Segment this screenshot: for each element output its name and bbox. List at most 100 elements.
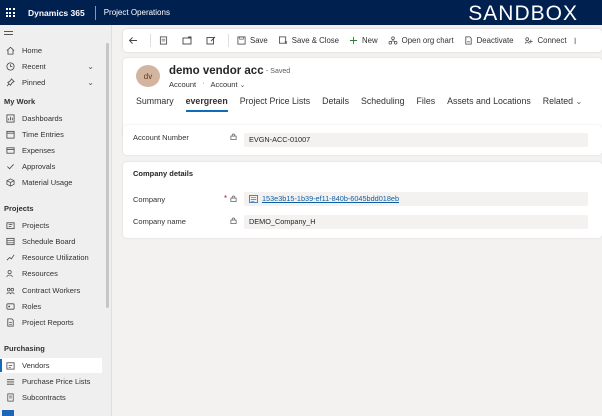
chevron-down-icon[interactable]: ⌄ [87, 78, 94, 87]
package-icon [5, 178, 15, 187]
approval-icon [5, 162, 15, 171]
company-link[interactable]: 153e3b15-1b39-ef11-840b-6045bdd018eb [262, 192, 399, 206]
calendar-icon [5, 130, 15, 139]
more-commands-button[interactable] [572, 29, 584, 52]
sidebar-item-label: Project Reports [22, 318, 74, 327]
sidebar-item-approvals[interactable]: Approvals [0, 159, 102, 174]
module-name[interactable]: Project Operations [96, 8, 170, 17]
entity-line: Account · Account ⌄ [169, 80, 246, 89]
sidebar-item-time-entries[interactable]: Time Entries [0, 127, 102, 142]
tab-project-price-lists[interactable]: Project Price Lists [240, 96, 310, 112]
main-content: Save Save & Close New Open org chart Dea… [113, 25, 602, 416]
deactivate-label: Deactivate [476, 36, 514, 45]
tab-evergreen[interactable]: evergreen [185, 96, 228, 112]
lock-icon [230, 217, 237, 226]
record-name: demo vendor acc [169, 65, 264, 77]
sidebar-item-home[interactable]: Home [0, 43, 102, 58]
sidebar-item-subcontracts[interactable]: Subcontracts [0, 390, 102, 405]
app-launcher-icon[interactable] [0, 0, 20, 25]
sidebar-item-label: Subcontracts [22, 393, 66, 402]
sidebar-item-label: Time Entries [22, 130, 64, 139]
deactivate-button[interactable]: Deactivate [459, 29, 519, 52]
lock-icon [230, 133, 237, 142]
sidebar-item-label: Dashboards [22, 114, 63, 123]
tab-files[interactable]: Files [417, 96, 436, 112]
command-bar: Save Save & Close New Open org chart Dea… [123, 29, 602, 52]
org-chart-label: Open org chart [401, 36, 454, 45]
tab-list: Summary evergreen Project Price Lists De… [136, 96, 582, 112]
app-title[interactable]: Dynamics 365 [20, 8, 95, 18]
account-number-field[interactable]: EVGN-ACC-01007 [244, 133, 588, 147]
more-icon [574, 37, 576, 45]
record-icon [249, 195, 258, 203]
clock-icon [5, 62, 15, 71]
tab-related[interactable]: Related ⌄ [543, 96, 582, 112]
org-chart-button[interactable]: Open org chart [383, 29, 459, 52]
sidebar-item-expenses[interactable]: Expenses [0, 143, 102, 158]
save-close-label: Save & Close [291, 36, 340, 45]
form-view-button[interactable] [154, 29, 177, 52]
area-switcher[interactable] [0, 407, 102, 416]
company-name-field[interactable]: DEMO_Company_H [244, 215, 588, 229]
section-projects: Projects [4, 204, 34, 213]
sidebar-item-contract-workers[interactable]: Contract Workers [0, 283, 102, 298]
lock-icon [230, 195, 237, 204]
sidebar-item-vendors[interactable]: Vendors [0, 358, 102, 373]
account-number-card: Account Number EVGN-ACC-01007 [123, 125, 602, 155]
sidebar-scrollbar[interactable] [106, 43, 109, 308]
new-button[interactable]: New [344, 29, 383, 52]
tab-assets-and-locations[interactable]: Assets and Locations [447, 96, 531, 112]
sidebar-item-label: Home [22, 46, 43, 55]
tab-summary[interactable]: Summary [136, 96, 174, 112]
utilization-icon [5, 253, 15, 262]
environment-label: SANDBOX [468, 2, 578, 25]
chevron-down-icon: ⌄ [239, 82, 246, 89]
sidebar-item-label: Vendors [22, 361, 50, 370]
connect-button[interactable]: Connect [519, 29, 572, 52]
vendor-icon [5, 361, 15, 370]
sidebar: Home Recent ⌄ Pinned ⌄ My Work Dashboard… [0, 25, 112, 416]
separator [150, 34, 151, 47]
back-button[interactable] [123, 29, 147, 52]
contract-icon [5, 393, 15, 402]
sidebar-item-label: Purchase Price Lists [22, 377, 91, 386]
sidebar-item-label: Expenses [22, 146, 55, 155]
sidebar-item-pinned[interactable]: Pinned ⌄ [0, 75, 102, 90]
hamburger-icon[interactable] [4, 31, 13, 37]
company-details-title: Company details [133, 169, 194, 178]
tab-related-label: Related [542, 96, 574, 106]
save-icon [237, 36, 246, 45]
save-close-button[interactable]: Save & Close [273, 29, 344, 52]
sidebar-item-projects[interactable]: Projects [0, 218, 102, 233]
worker-icon [5, 286, 15, 295]
form-selector[interactable]: Account ⌄ [210, 80, 245, 89]
open-new-window-button[interactable] [177, 29, 201, 52]
pin-icon [5, 78, 15, 87]
chevron-down-icon[interactable]: ⌄ [87, 62, 94, 71]
home-icon [5, 46, 15, 55]
sidebar-item-label: Approvals [22, 162, 56, 171]
save-button[interactable]: Save [232, 29, 273, 52]
sidebar-item-recent[interactable]: Recent ⌄ [0, 59, 102, 74]
company-lookup-field[interactable]: 153e3b15-1b39-ef11-840b-6045bdd018eb [244, 192, 588, 206]
sidebar-item-label: Pinned [22, 78, 46, 87]
sidebar-item-resource-utilization[interactable]: Resource Utilization [0, 250, 102, 265]
sidebar-item-project-reports[interactable]: Project Reports [0, 315, 102, 330]
avatar[interactable]: dv [136, 65, 160, 87]
separator [228, 34, 229, 47]
sidebar-item-schedule-board[interactable]: Schedule Board [0, 234, 102, 249]
sidebar-item-roles[interactable]: Roles [0, 299, 102, 314]
company-label: Company [133, 195, 166, 204]
entity-name: Account [169, 80, 197, 89]
save-label: Save [250, 36, 268, 45]
tab-details[interactable]: Details [322, 96, 349, 112]
new-window-icon [182, 36, 192, 45]
sidebar-item-dashboards[interactable]: Dashboards [0, 111, 102, 126]
sidebar-item-material-usage[interactable]: Material Usage [0, 175, 102, 190]
sidebar-item-purchase-price-lists[interactable]: Purchase Price Lists [0, 374, 102, 389]
edit-form-button[interactable] [201, 29, 225, 52]
sidebar-item-resources[interactable]: Resources [0, 266, 102, 281]
tab-scheduling[interactable]: Scheduling [361, 96, 405, 112]
required-indicator: * [224, 194, 228, 203]
back-arrow-icon [128, 37, 137, 44]
